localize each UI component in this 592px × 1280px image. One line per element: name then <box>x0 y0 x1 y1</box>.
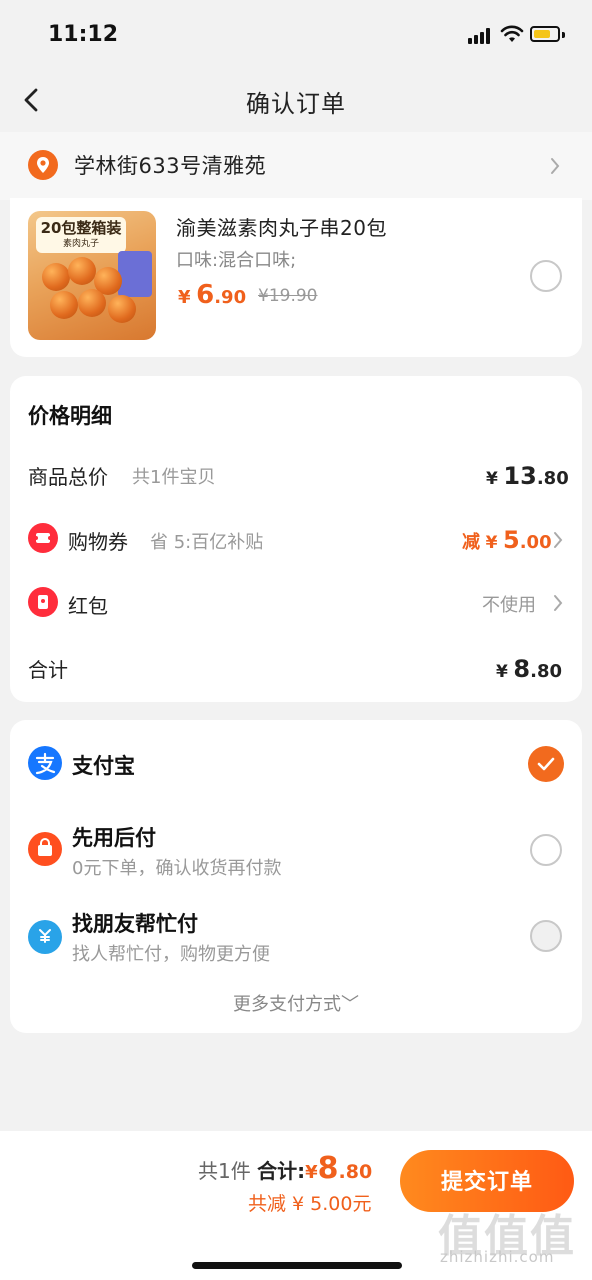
goods-total-amount: ¥ 13.80 <box>486 462 569 490</box>
pay-later-desc: 0元下单，确认收货再付款 <box>72 858 282 879</box>
red-packet-icon <box>28 587 58 617</box>
total-label: 合计 <box>28 658 68 682</box>
chevron-right-icon <box>554 532 563 548</box>
red-packet-value[interactable]: 不使用 <box>482 591 536 617</box>
coupon-savings: 省 5:百亿补贴 <box>150 532 264 553</box>
product-image-banner: 20包整箱装 素肉丸子 <box>36 217 126 253</box>
watermark-site: zhizhizhi.com <box>440 1248 555 1266</box>
friend-pay-label[interactable]: 找朋友帮忙付 <box>72 908 198 938</box>
home-indicator <box>192 1262 402 1269</box>
price-detail-title: 价格明细 <box>28 404 112 428</box>
coupon-icon <box>28 523 58 553</box>
chevron-right-icon <box>551 158 560 174</box>
coupon-discount-amount[interactable]: 减 ¥ 5.00 <box>462 526 552 554</box>
goods-total-label: 商品总价 <box>28 465 108 489</box>
product-flavor: 口味:混合口味; <box>176 250 297 271</box>
product-name: 渝美滋素肉丸子串20包 <box>176 216 387 240</box>
chevron-down-icon: ﹀ <box>341 994 359 1015</box>
chevron-right-icon <box>554 595 563 611</box>
alipay-icon <box>28 746 62 780</box>
page-title: 确认订单 <box>246 90 346 118</box>
battery-cap <box>562 32 565 38</box>
package-graphic <box>118 251 152 297</box>
red-packet-label: 红包 <box>68 594 108 618</box>
checkout-summary: 共1件 合计:¥8.80 <box>198 1151 373 1186</box>
pay-later-radio[interactable] <box>530 834 562 866</box>
wifi-icon <box>500 25 524 42</box>
product-select-radio[interactable] <box>530 260 562 292</box>
cellular-signal-icon <box>468 28 492 44</box>
friend-pay-radio[interactable] <box>530 920 562 952</box>
friend-pay-icon <box>28 920 62 954</box>
goods-total-count: 共1件宝贝 <box>132 467 216 488</box>
address-text: 学林街633号清雅苑 <box>74 154 267 178</box>
product-original-price: ¥19.90 <box>258 286 318 306</box>
product-image[interactable]: 20包整箱装 素肉丸子 <box>28 211 156 340</box>
pay-later-label[interactable]: 先用后付 <box>72 822 156 852</box>
status-time: 11:12 <box>48 22 119 47</box>
more-payment-methods[interactable]: 更多支付方式﹀ <box>0 990 592 1016</box>
product-price: ¥ 6.90 <box>178 280 247 310</box>
pay-later-icon <box>28 832 62 866</box>
coupon-label: 购物券 <box>68 530 128 554</box>
total-amount: ¥ 8.80 <box>496 655 563 683</box>
checkout-savings: 共减 ¥ 5.00元 <box>248 1193 372 1215</box>
battery-icon <box>530 26 560 42</box>
location-pin-icon <box>28 150 58 180</box>
alipay-selected-check[interactable] <box>528 746 564 782</box>
alipay-label[interactable]: 支付宝 <box>72 750 135 780</box>
friend-pay-desc: 找人帮忙付，购物更方便 <box>72 944 270 965</box>
